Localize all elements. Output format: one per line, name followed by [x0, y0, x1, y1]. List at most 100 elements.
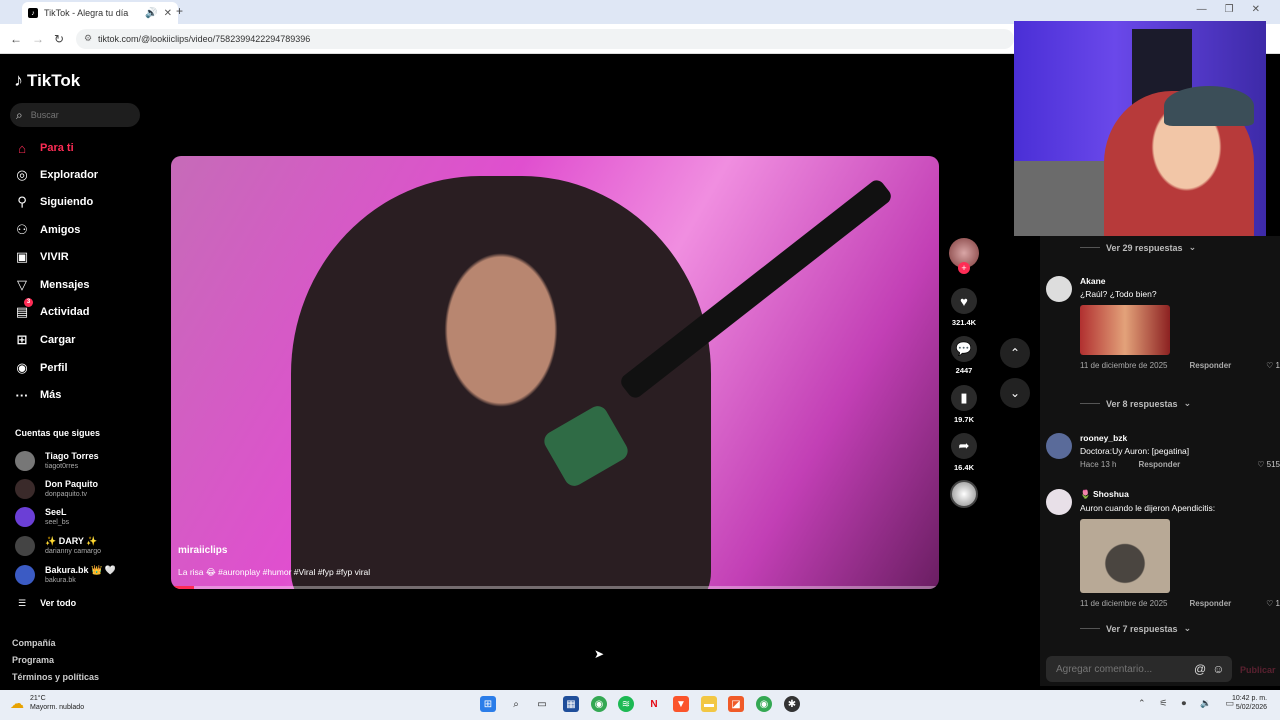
commenter-avatar[interactable]	[1046, 489, 1072, 515]
follow-plus-icon[interactable]: +	[958, 262, 970, 274]
nav-explorador[interactable]: ◎ Explorador	[14, 165, 98, 185]
video-player[interactable]	[171, 156, 939, 589]
comment-button[interactable]: 💬 2447	[948, 336, 980, 375]
desk	[1014, 161, 1114, 236]
comment-text: ¿Raúl? ¿Todo bien?	[1080, 289, 1157, 299]
new-tab-button[interactable]: +	[176, 4, 183, 18]
followed-account[interactable]: SeeL seel_bs	[15, 505, 69, 529]
start-icon[interactable]: ⊞	[480, 696, 496, 712]
footer-link[interactable]: Programa	[12, 655, 54, 665]
nav-cargar[interactable]: ⊞ Cargar	[14, 330, 76, 350]
reload-icon[interactable]: ↻	[54, 32, 64, 46]
nav-amigos[interactable]: ⚇ Amigos	[14, 220, 80, 240]
nav-vivir[interactable]: ▣ VIVIR	[14, 247, 69, 267]
followed-account[interactable]: ✨ DARY ✨ darianny camargo	[15, 534, 101, 558]
nav-perfil[interactable]: ◉ Perfil	[14, 358, 67, 378]
footer-link[interactable]: Compañía	[12, 638, 56, 648]
video-progress-bar[interactable]	[171, 586, 939, 589]
account-handle: seel_bs	[45, 519, 70, 526]
url-field[interactable]: ⚙ tiktok.com/@lookiiclips/video/75823994…	[76, 29, 1014, 49]
publish-button[interactable]: Publicar	[1240, 665, 1276, 675]
chevron-down-icon: ⌄	[1188, 242, 1197, 252]
music-disc-button[interactable]	[948, 480, 980, 508]
view-replies[interactable]: Ver 7 respuestas ⌄	[1080, 623, 1191, 634]
comment-image[interactable]	[1080, 519, 1170, 593]
prev-video-button[interactable]: ⌃	[1000, 338, 1030, 368]
maximize-icon[interactable]: ❐	[1225, 4, 1234, 15]
comment-user[interactable]: 🌷 Shoshua	[1080, 489, 1280, 500]
site-settings-icon[interactable]: ⚙	[84, 33, 92, 44]
app-icon-dark[interactable]: ✱	[784, 696, 800, 712]
netflix-icon[interactable]: N	[646, 696, 662, 712]
account-name: ✨ DARY ✨	[45, 536, 98, 546]
comment-like-button[interactable]: ♡ 1	[1266, 599, 1280, 608]
tray-chevron-icon[interactable]: ⌃	[1138, 698, 1146, 709]
forward-icon[interactable]: →	[32, 32, 44, 46]
reply-button[interactable]: Responder	[1138, 460, 1180, 469]
tray-mic-icon[interactable]: ⏺	[1182, 698, 1187, 709]
close-tab-icon[interactable]: ✕	[164, 8, 172, 19]
view-replies-label: Ver 7 respuestas	[1106, 623, 1178, 634]
video-author[interactable]: miraiiclips	[178, 545, 227, 556]
comment-like-button[interactable]: ♡ 515	[1257, 460, 1280, 469]
browser-tab[interactable]: ♪ TikTok - Alegra tu día 🔊 ✕	[22, 2, 178, 24]
taskbar-search-icon[interactable]: ⌕	[508, 696, 524, 712]
nav-label: Para ti	[40, 142, 74, 154]
like-button[interactable]: ♥ 321.4K	[948, 288, 980, 327]
chrome-icon-2[interactable]: ◉	[756, 696, 772, 712]
nav-para-ti[interactable]: ⌂ Para ti	[14, 138, 74, 158]
commenter-avatar[interactable]	[1046, 276, 1072, 302]
nav-label: Explorador	[40, 169, 99, 181]
tray-network-icon[interactable]: ⚟	[1160, 698, 1168, 709]
task-view-icon[interactable]: ▭	[534, 696, 550, 712]
comment-user[interactable]: rooney_bzk	[1080, 433, 1280, 443]
followed-account[interactable]: Don Paquito donpaquito.tv	[15, 477, 98, 501]
chrome-icon[interactable]: ◉	[591, 696, 607, 712]
commenter-avatar[interactable]	[1046, 433, 1072, 459]
followed-account[interactable]: Tiago Torres tiagot0rres	[15, 449, 99, 473]
back-icon[interactable]: ←	[10, 32, 22, 46]
see-all-link[interactable]: ☰ Ver todo	[18, 598, 76, 609]
nav-label: Actividad	[40, 306, 90, 318]
reply-button[interactable]: Responder	[1189, 599, 1231, 608]
clock[interactable]: 10:42 p. m. 5/02/2026	[1232, 694, 1267, 712]
footer-link[interactable]: Términos y políticas	[12, 672, 99, 682]
followed-account[interactable]: Bakura.bk 👑 🤍 bakura.bk	[15, 563, 116, 587]
comment-image[interactable]	[1080, 305, 1170, 355]
nav-mensajes[interactable]: ▽ Mensajes	[14, 275, 90, 295]
tray-volume-icon[interactable]: 🔉	[1200, 698, 1211, 709]
comment-like-button[interactable]: ♡ 1	[1266, 361, 1280, 370]
emoji-icon[interactable]: ☺	[1212, 662, 1224, 676]
brave-icon[interactable]: ▼	[673, 696, 689, 712]
app-icon-orange[interactable]: ◪	[728, 696, 744, 712]
reply-button[interactable]: Responder	[1189, 361, 1231, 370]
view-replies[interactable]: Ver 8 respuestas ⌄	[1080, 398, 1191, 409]
add-comment-input[interactable]	[1056, 663, 1188, 675]
folder-icon[interactable]: ▬	[701, 696, 717, 712]
next-video-button[interactable]: ⌄	[1000, 378, 1030, 408]
search-input[interactable]	[30, 110, 121, 120]
save-button[interactable]: ▮ 19.7K	[948, 385, 980, 424]
close-window-icon[interactable]: ✕	[1252, 4, 1260, 15]
speaker-icon[interactable]: 🔊	[145, 8, 157, 19]
account-name: Bakura.bk 👑 🤍	[45, 565, 116, 575]
app-icon[interactable]: ▦	[563, 696, 579, 712]
view-replies[interactable]: Ver 29 respuestas ⌄	[1080, 242, 1196, 253]
nav-actividad[interactable]: ▤ 3 Actividad	[14, 298, 90, 322]
comment-user[interactable]: Akane	[1080, 276, 1280, 286]
profile-icon: ◉	[16, 360, 28, 375]
minimize-icon[interactable]: —	[1197, 4, 1207, 15]
tiktok-favicon-icon: ♪	[28, 8, 38, 18]
weather-widget[interactable]: ☁ 21°C Mayorm. nublado	[10, 694, 84, 712]
nav-mas[interactable]: ··· Más	[14, 385, 62, 405]
video-caption: La risa 😂 #auronplay #humor #Viral #fyp …	[178, 567, 371, 577]
tiktok-logo[interactable]: ♪ TikTok	[14, 70, 80, 91]
creator-avatar-button[interactable]: +	[948, 238, 980, 274]
spotify-icon[interactable]: ≋	[618, 696, 634, 712]
divider	[1080, 628, 1100, 629]
add-comment-box[interactable]: @ ☺	[1046, 656, 1232, 682]
search-box[interactable]: ⌕	[10, 103, 140, 127]
nav-siguiendo[interactable]: ⚲ Siguiendo	[14, 192, 93, 212]
mention-icon[interactable]: @	[1194, 662, 1206, 676]
share-button[interactable]: ➦ 16.4K	[948, 433, 980, 472]
